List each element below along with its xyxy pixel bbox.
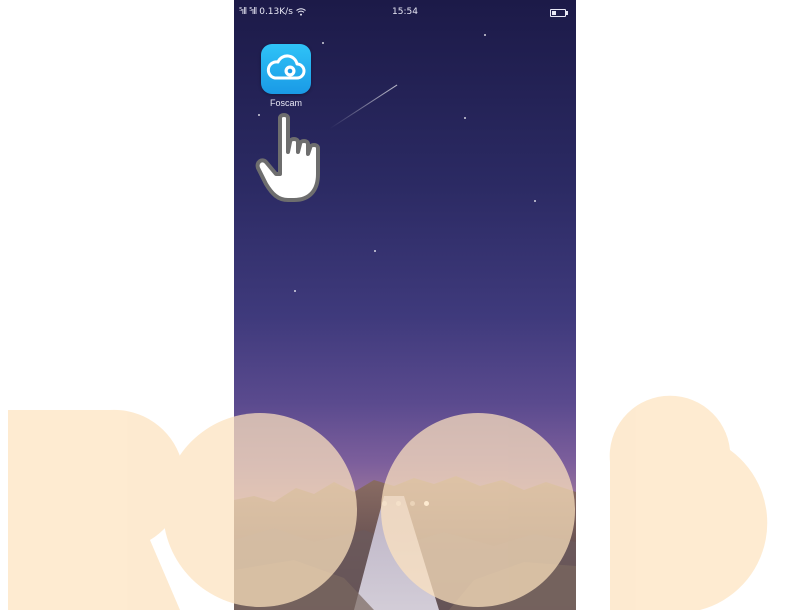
page-dot[interactable] bbox=[382, 501, 387, 506]
clock: 15:54 bbox=[392, 7, 418, 17]
shooting-star bbox=[329, 84, 398, 129]
page-dot-active[interactable] bbox=[424, 501, 429, 506]
screenshot-stage: ⁵ıll ⁵ıll 0.13K/s 15:54 Foscam bbox=[0, 0, 795, 610]
status-left-group: ⁵ıll ⁵ıll 0.13K/s bbox=[239, 7, 306, 17]
signal-strength-icon-1: ⁵ıll bbox=[239, 7, 247, 17]
page-dot[interactable] bbox=[396, 501, 401, 506]
battery-icon bbox=[550, 9, 568, 17]
wifi-icon bbox=[296, 8, 306, 16]
page-dot[interactable] bbox=[410, 501, 415, 506]
status-bar: ⁵ıll ⁵ıll 0.13K/s 15:54 bbox=[234, 0, 576, 22]
star bbox=[464, 117, 466, 119]
star bbox=[322, 42, 324, 44]
foscam-app-icon[interactable] bbox=[261, 44, 311, 94]
star bbox=[294, 290, 296, 292]
app-label-foscam[interactable]: Foscam bbox=[256, 98, 316, 108]
network-speed: 0.13K/s bbox=[259, 7, 293, 17]
star bbox=[534, 200, 536, 202]
cloud-eye-icon bbox=[266, 54, 306, 80]
signal-strength-icon-2: ⁵ıll bbox=[249, 7, 257, 17]
tap-hand-icon bbox=[255, 113, 320, 202]
phone-home-screen: ⁵ıll ⁵ıll 0.13K/s 15:54 Foscam bbox=[234, 0, 576, 610]
page-indicator[interactable] bbox=[382, 501, 429, 506]
mountain-landscape bbox=[234, 476, 576, 610]
star bbox=[484, 34, 486, 36]
battery-level bbox=[552, 11, 557, 15]
star bbox=[374, 250, 376, 252]
